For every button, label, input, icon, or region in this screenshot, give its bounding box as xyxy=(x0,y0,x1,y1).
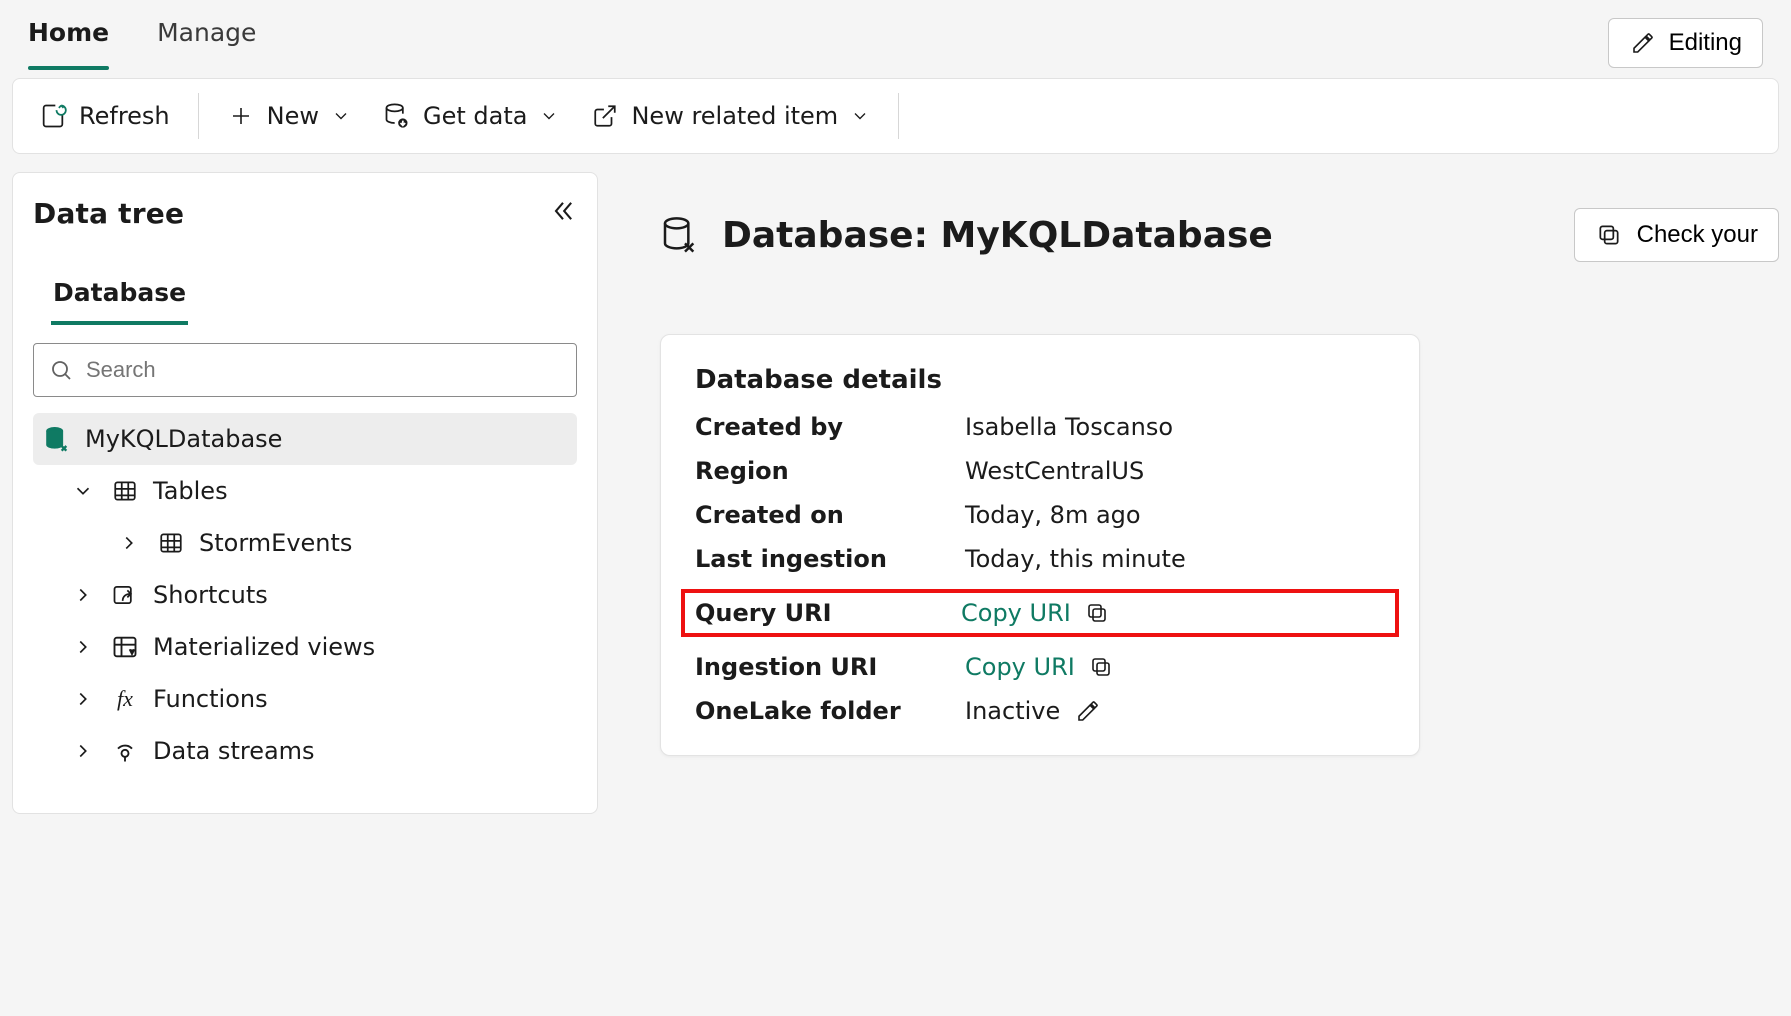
copy-icon xyxy=(1087,653,1115,681)
table-icon xyxy=(111,477,139,505)
get-data-button[interactable]: Get data xyxy=(379,98,563,134)
search-icon xyxy=(48,356,74,384)
chevron-down-icon xyxy=(331,106,351,126)
new-label: New xyxy=(267,102,319,130)
plus-icon xyxy=(227,102,255,130)
tree-item-functions[interactable]: fx Functions xyxy=(33,673,577,725)
chevron-down-icon xyxy=(850,106,870,126)
chevron-down-icon xyxy=(69,477,97,505)
onelake-folder-key: OneLake folder xyxy=(695,697,965,725)
tab-home[interactable]: Home xyxy=(28,18,109,68)
query-uri-key: Query URI xyxy=(681,589,979,637)
tree-item-stormevents[interactable]: StormEvents xyxy=(33,517,577,569)
page-title-prefix: Database: xyxy=(722,215,941,256)
database-download-icon xyxy=(383,102,411,130)
table-icon xyxy=(157,529,185,557)
check-button-label: Check your xyxy=(1637,221,1758,249)
data-tree-title: Data tree xyxy=(33,197,184,230)
refresh-icon xyxy=(39,102,67,130)
chevron-right-icon xyxy=(69,685,97,713)
onelake-folder-value: Inactive xyxy=(965,697,1060,725)
function-icon: fx xyxy=(111,685,139,713)
data-tree-panel: Data tree Database MyKQLDatabase xyxy=(12,172,598,814)
database-details-card: Database details Created by Isabella Tos… xyxy=(660,334,1420,756)
new-button[interactable]: New xyxy=(223,98,355,134)
tab-database[interactable]: Database xyxy=(51,278,188,325)
open-new-icon xyxy=(591,102,619,130)
created-on-value: Today, 8m ago xyxy=(965,501,1385,529)
toolbar-divider xyxy=(898,93,899,139)
created-on-key: Created on xyxy=(695,501,965,529)
copy-icon xyxy=(1595,221,1623,249)
tab-manage[interactable]: Manage xyxy=(157,18,256,68)
tree-item-tables[interactable]: Tables xyxy=(33,465,577,517)
last-ingestion-value: Today, this minute xyxy=(965,545,1385,573)
tree-item-materialized-views[interactable]: Materialized views xyxy=(33,621,577,673)
ingestion-uri-key: Ingestion URI xyxy=(695,653,965,681)
editing-label: Editing xyxy=(1669,29,1742,57)
created-by-key: Created by xyxy=(695,413,965,441)
card-title: Database details xyxy=(695,365,1385,395)
database-icon xyxy=(43,425,71,453)
chevron-right-icon xyxy=(115,529,143,557)
page-title: Database: MyKQLDatabase xyxy=(722,215,1273,256)
chevron-right-icon xyxy=(69,737,97,765)
last-ingestion-key: Last ingestion xyxy=(695,545,965,573)
tree-item-label: Functions xyxy=(153,685,268,713)
tree-item-label: MyKQLDatabase xyxy=(85,425,282,453)
created-by-value: Isabella Toscanso xyxy=(965,413,1385,441)
toolbar-divider xyxy=(198,93,199,139)
search-input[interactable] xyxy=(86,357,562,383)
tree-item-label: Data streams xyxy=(153,737,315,765)
tree-item-data-streams[interactable]: Data streams xyxy=(33,725,577,777)
copy-uri-label: Copy URI xyxy=(961,599,1071,627)
materialized-view-icon xyxy=(111,633,139,661)
collapse-panel-button[interactable] xyxy=(549,197,577,225)
tree-item-label: StormEvents xyxy=(199,529,352,557)
check-button[interactable]: Check your xyxy=(1574,208,1779,262)
shortcut-icon xyxy=(111,581,139,609)
refresh-button[interactable]: Refresh xyxy=(35,98,174,134)
new-related-item-label: New related item xyxy=(631,102,838,130)
tree-item-label: Shortcuts xyxy=(153,581,268,609)
database-icon xyxy=(660,215,700,255)
pencil-icon xyxy=(1629,29,1657,57)
toolbar: Refresh New Get data New related xyxy=(12,78,1779,154)
tree-item-label: Materialized views xyxy=(153,633,375,661)
copy-query-uri-button[interactable]: Copy URI xyxy=(961,599,1385,627)
edit-onelake-button[interactable] xyxy=(1074,697,1102,725)
region-value: WestCentralUS xyxy=(965,457,1385,485)
copy-ingestion-uri-button[interactable]: Copy URI xyxy=(965,653,1385,681)
search-input-wrapper[interactable] xyxy=(33,343,577,397)
get-data-label: Get data xyxy=(423,102,527,130)
tree-item-database[interactable]: MyKQLDatabase xyxy=(33,413,577,465)
details-panel: Database: MyKQLDatabase Check your Datab… xyxy=(598,172,1779,814)
new-related-item-button[interactable]: New related item xyxy=(587,98,874,134)
region-key: Region xyxy=(695,457,965,485)
editing-button[interactable]: Editing xyxy=(1608,18,1763,68)
chevron-down-icon xyxy=(539,106,559,126)
refresh-label: Refresh xyxy=(79,102,170,130)
tree-item-label: Tables xyxy=(153,477,228,505)
chevron-right-icon xyxy=(69,633,97,661)
copy-icon xyxy=(1083,599,1111,627)
page-title-db: MyKQLDatabase xyxy=(941,215,1273,256)
chevron-right-icon xyxy=(69,581,97,609)
copy-uri-label: Copy URI xyxy=(965,653,1075,681)
data-stream-icon xyxy=(111,737,139,765)
tree-item-shortcuts[interactable]: Shortcuts xyxy=(33,569,577,621)
